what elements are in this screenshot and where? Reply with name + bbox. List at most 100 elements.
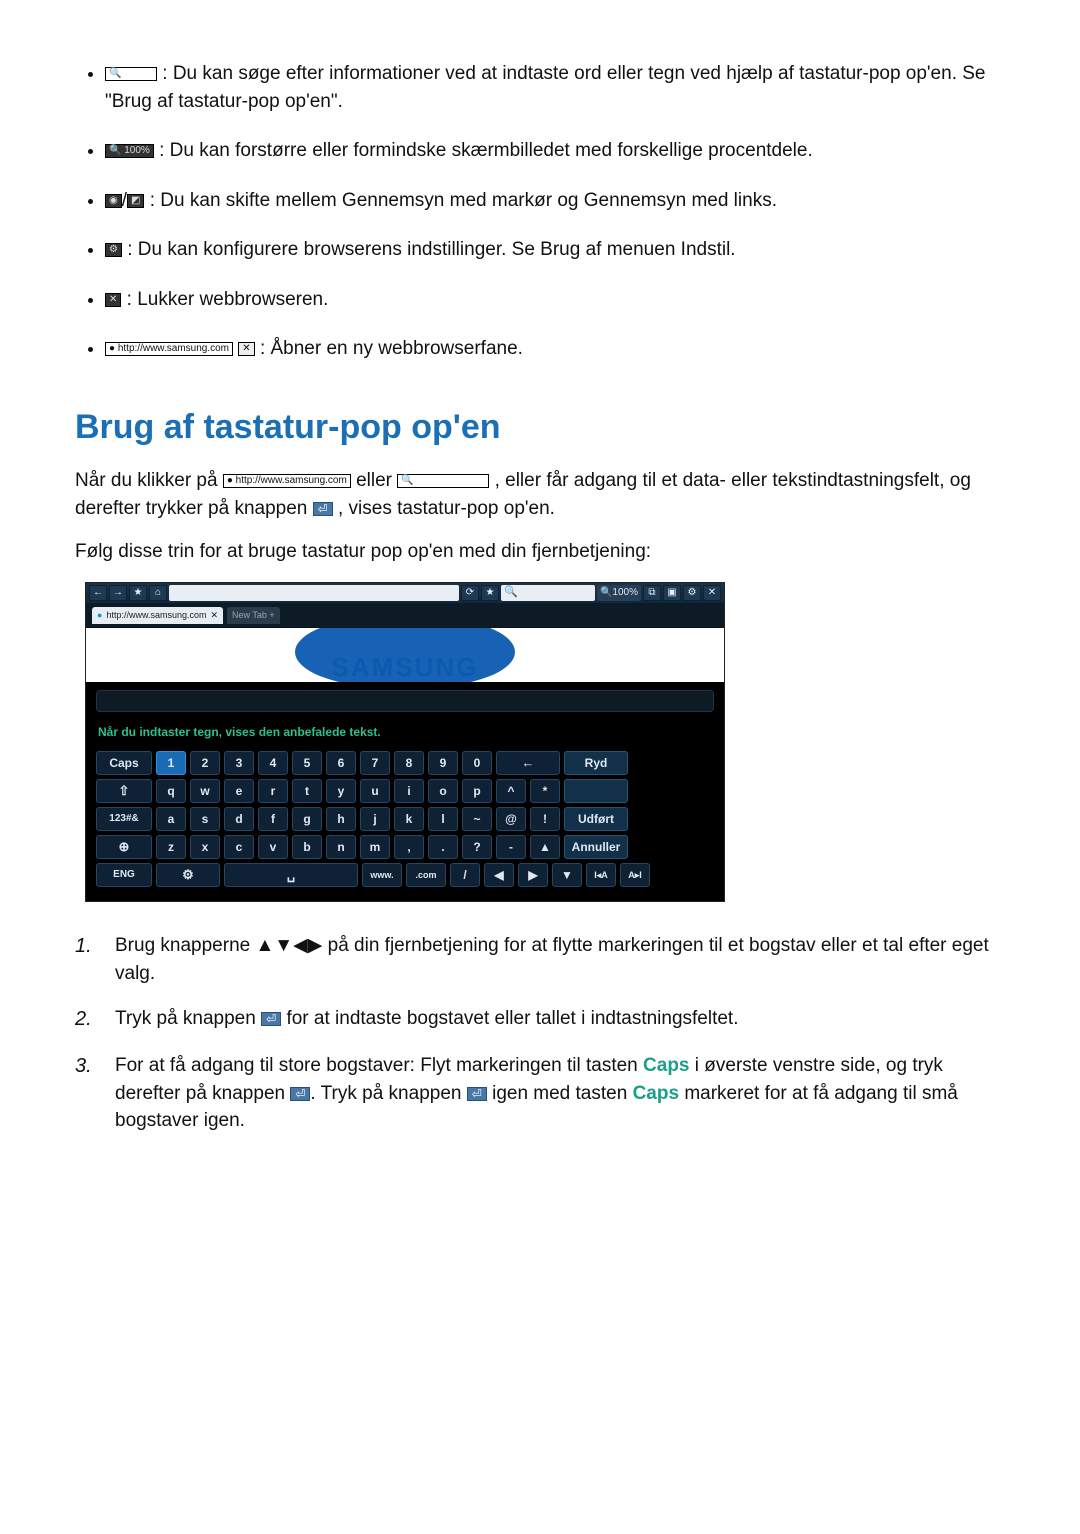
key-5: 5	[292, 751, 322, 775]
list-item: ⚙ : Du kan konfigurere browserens indsti…	[105, 236, 1005, 264]
key-l: l	[428, 807, 458, 831]
key-t: t	[292, 779, 322, 803]
intro-paragraph: Når du klikker på ● http://www.samsung.c…	[75, 467, 1005, 522]
step-3: 3. For at få adgang til store bogstaver:…	[75, 1052, 1005, 1135]
key-dash: -	[496, 835, 526, 859]
key-k: k	[394, 807, 424, 831]
key-w: w	[190, 779, 220, 803]
key-9: 9	[428, 751, 458, 775]
keyboard-popup: Når du indtaster tegn, vises den anbefal…	[86, 682, 724, 901]
key-clear: Ryd	[564, 751, 628, 775]
page-preview: SAMSUNG	[86, 628, 724, 682]
enter-icon: ⏎	[290, 1087, 310, 1101]
enter-icon: ⏎	[467, 1087, 487, 1101]
key-globe: ⊕	[96, 835, 152, 859]
step-2: 2. Tryk på knappen ⏎ for at indtaste bog…	[75, 1005, 1005, 1034]
key-empty-action	[564, 779, 628, 803]
bookmark-icon: ★	[129, 585, 147, 601]
key-o: o	[428, 779, 458, 803]
key-r: r	[258, 779, 288, 803]
close-browser-icon: ✕	[703, 585, 721, 601]
bullet-text: : Du kan skifte mellem Gennemsyn med mar…	[150, 190, 777, 211]
section-heading: Brug af tastatur-pop op'en	[75, 403, 1005, 452]
key-right: ▶	[518, 863, 548, 887]
browser-toolbar: ← → ★ ⌂ ⟳ ★ 🔍 🔍 100% ⧉ ▣ ⚙ ✕	[86, 583, 724, 604]
search-field-icon: 🔍	[105, 67, 157, 81]
key-2: 2	[190, 751, 220, 775]
new-tab: New Tab +	[227, 607, 280, 624]
link-mode-icon: ◩	[127, 194, 144, 208]
key-n: n	[326, 835, 356, 859]
tab-close-icon: ✕	[238, 342, 254, 356]
key-z: z	[156, 835, 186, 859]
key-p: p	[462, 779, 492, 803]
key-space: ␣	[224, 863, 358, 887]
key-caps: Caps	[96, 751, 152, 775]
key-b: b	[292, 835, 322, 859]
toolbar-zoom: 🔍 100%	[597, 585, 641, 601]
key-down: ▼	[552, 863, 582, 887]
search-chip-inline: 🔍	[397, 474, 489, 488]
key-shift: ⇧	[96, 779, 152, 803]
key-up: ▲	[530, 835, 560, 859]
icon-description-list: 🔍 : Du kan søge efter informationer ved …	[75, 60, 1005, 363]
key-bang: !	[530, 807, 560, 831]
bullet-text: : Du kan forstørre eller formindske skær…	[159, 140, 813, 161]
key-h: h	[326, 807, 356, 831]
key-m: m	[360, 835, 390, 859]
list-item: 🔍 : Du kan søge efter informationer ved …	[105, 60, 1005, 115]
list-item: 🔍 100% : Du kan forstørre eller forminds…	[105, 137, 1005, 165]
forward-icon: →	[109, 585, 127, 601]
star-icon: ★	[481, 585, 499, 601]
key-j: j	[360, 807, 390, 831]
key-cancel: Annuller	[564, 835, 628, 859]
list-item: ◉/◩ : Du kan skifte mellem Gennemsyn med…	[105, 187, 1005, 215]
key-x: x	[190, 835, 220, 859]
key-d: d	[224, 807, 254, 831]
gear-icon: ⚙	[683, 585, 701, 601]
bullet-text: : Åbner en ny webbrowserfane.	[260, 338, 523, 359]
dpad-arrows: ▲▼◀▶	[256, 935, 323, 956]
key-question: ?	[462, 835, 492, 859]
key-backspace: ←	[496, 751, 560, 775]
key-6: 6	[326, 751, 356, 775]
key-8: 8	[394, 751, 424, 775]
follow-paragraph: Følg disse trin for at bruge tastatur po…	[75, 538, 1005, 566]
key-y: y	[326, 779, 356, 803]
url-chip-inline: ● http://www.samsung.com	[223, 474, 351, 488]
key-i: i	[394, 779, 424, 803]
key-settings: ⚙	[156, 863, 220, 887]
home-icon: ⌂	[149, 585, 167, 601]
list-item: ● http://www.samsung.com ✕ : Åbner en ny…	[105, 335, 1005, 363]
list-item: ✕ : Lukker webbrowseren.	[105, 286, 1005, 314]
cursor-mode-icon: ◉	[105, 194, 122, 208]
key-a: a	[156, 807, 186, 831]
key-v: v	[258, 835, 288, 859]
caps-keyword: Caps	[633, 1083, 679, 1104]
key-comma: ,	[394, 835, 424, 859]
url-bar	[169, 585, 459, 601]
key-tilde: ~	[462, 807, 492, 831]
key-4: 4	[258, 751, 288, 775]
caps-keyword: Caps	[643, 1055, 689, 1076]
active-tab: ●http://www.samsung.com✕	[92, 607, 223, 624]
key-3: 3	[224, 751, 254, 775]
pip-icon: ▣	[663, 585, 681, 601]
close-icon: ✕	[105, 293, 121, 307]
key-www: www.	[362, 863, 402, 887]
key-star: *	[530, 779, 560, 803]
key-caret: ^	[496, 779, 526, 803]
step-1: 1. Brug knapperne ▲▼◀▶ på din fjernbetje…	[75, 932, 1005, 987]
key-symbols: 123#&	[96, 807, 152, 831]
key-cursor-start: I◂A	[586, 863, 616, 887]
key-c: c	[224, 835, 254, 859]
zoom-chip-icon: 🔍 100%	[105, 144, 154, 158]
bullet-text: : Du kan konfigurere browserens indstill…	[127, 239, 735, 260]
reload-icon: ⟳	[461, 585, 479, 601]
enter-icon: ⏎	[261, 1012, 281, 1026]
key-7: 7	[360, 751, 390, 775]
key-lang: ENG	[96, 863, 152, 887]
key-e: e	[224, 779, 254, 803]
key-q: q	[156, 779, 186, 803]
key-f: f	[258, 807, 288, 831]
